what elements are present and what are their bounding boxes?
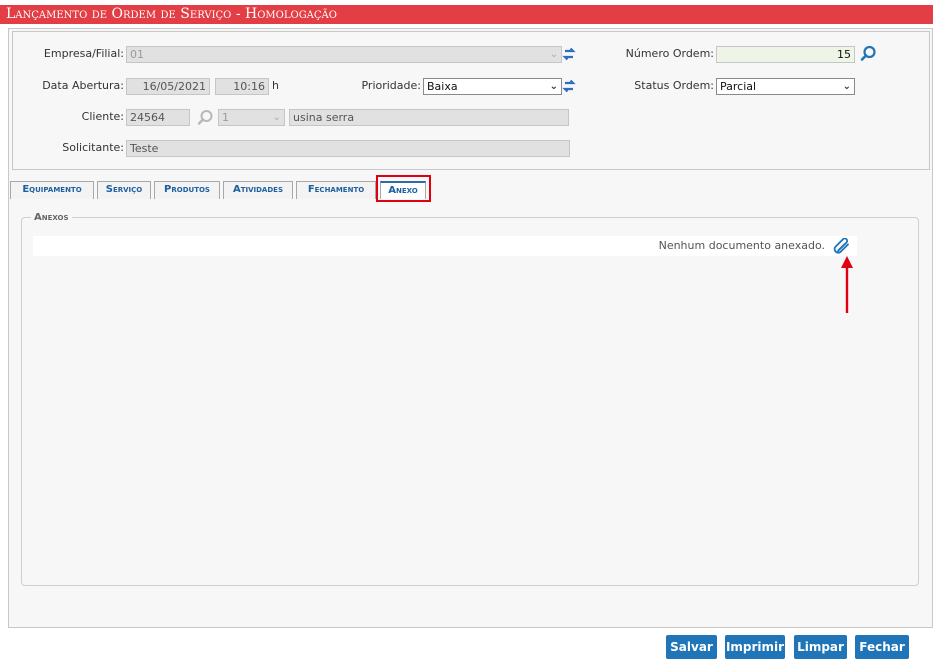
chevron-down-icon: ⌄	[549, 81, 558, 92]
anexos-fieldset	[21, 217, 919, 586]
solicitante-input[interactable]: Teste	[126, 140, 570, 157]
cliente-label: Cliente:	[81, 110, 124, 123]
empresa-value: 01	[130, 48, 144, 61]
status-ordem-value: Parcial	[720, 80, 757, 93]
chevron-down-icon: ⌄	[842, 81, 851, 92]
empresa-select[interactable]: 01 ⌄	[126, 46, 562, 63]
empty-message: Nenhum documento anexado.	[658, 239, 825, 252]
imprimir-button[interactable]: Imprimir	[725, 635, 785, 659]
data-abertura-time[interactable]: 10:16	[215, 78, 269, 95]
chevron-down-icon: ⌄	[549, 49, 558, 60]
window-title: Lançamento de Ordem de Serviço - Homolog…	[0, 5, 933, 24]
fechar-button[interactable]: Fechar	[855, 635, 909, 659]
limpar-button[interactable]: Limpar	[794, 635, 847, 659]
refresh-icon[interactable]	[562, 77, 576, 95]
cliente-loja-select[interactable]: 1 ⌄	[218, 109, 285, 126]
salvar-button[interactable]: Salvar	[666, 635, 717, 659]
numero-ordem-input[interactable]: 15	[716, 46, 855, 63]
tab-atividades[interactable]: Atividades	[223, 181, 293, 199]
tab-produtos[interactable]: Produtos	[154, 181, 220, 199]
numero-ordem-label: Número Ordem:	[625, 47, 714, 60]
cliente-name-input[interactable]: usina serra	[289, 109, 569, 126]
anexos-legend: Anexos	[31, 211, 72, 225]
tab-highlight-box	[376, 175, 431, 202]
cliente-loja-value: 1	[222, 111, 229, 124]
empresa-label: Empresa/Filial:	[43, 47, 124, 60]
data-abertura-date[interactable]: 16/05/2021	[126, 78, 210, 95]
cliente-code-input[interactable]: 24564	[126, 109, 190, 126]
chevron-down-icon: ⌄	[272, 112, 281, 123]
prioridade-label: Prioridade:	[361, 79, 421, 92]
prioridade-value: Baixa	[427, 80, 458, 93]
solicitante-label: Solicitante:	[62, 141, 124, 154]
search-icon[interactable]	[860, 45, 877, 62]
status-ordem-label: Status Ordem:	[634, 79, 714, 92]
refresh-icon[interactable]	[562, 45, 576, 63]
paperclip-icon[interactable]	[833, 238, 851, 254]
tab-equipamento[interactable]: Equipamento	[10, 181, 94, 199]
tab-fechamento[interactable]: Fechamento	[296, 181, 376, 199]
search-icon[interactable]	[197, 109, 214, 126]
prioridade-select[interactable]: Baixa ⌄	[423, 78, 562, 95]
arrow-up-annotation	[841, 256, 853, 313]
tab-servico[interactable]: Serviço	[97, 181, 151, 199]
status-ordem-select[interactable]: Parcial ⌄	[716, 78, 855, 95]
time-unit: h	[272, 79, 279, 92]
data-abertura-label: Data Abertura:	[42, 79, 124, 92]
